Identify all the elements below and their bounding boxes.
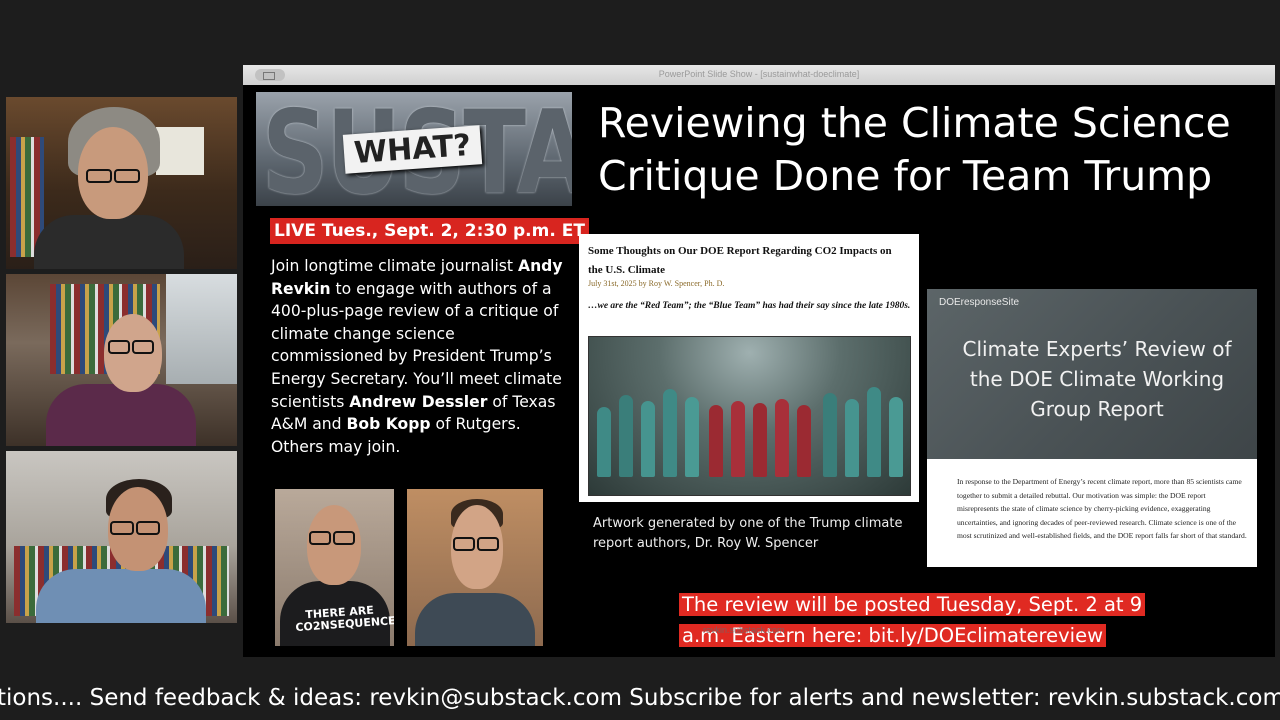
slideshow-window[interactable]: PowerPoint Slide Show - [sustainwhat-doe… xyxy=(243,65,1275,657)
review-site-screenshot: DOEresponseSite Climate Experts’ Review … xyxy=(927,289,1257,567)
sustain-what-logo: SUSTAIN WHAT? xyxy=(256,92,572,206)
window-light xyxy=(156,127,204,175)
doe-article-byline: July 31st, 2025 by Roy W. Spencer, Ph. D… xyxy=(588,279,725,288)
guest-name: Andrew Dessler xyxy=(349,392,488,411)
ghost-url-text: revkin.substack.com xyxy=(703,625,785,635)
review-site-heading: Climate Experts’ Review of the DOE Clima… xyxy=(962,337,1232,421)
review-site-body: In response to the Department of Energy’… xyxy=(957,477,1247,540)
posting-announcement: The review will be posted Tuesday, Sept.… xyxy=(679,589,1169,651)
presentation-slide: SUSTAIN WHAT? Reviewing the Climate Scie… xyxy=(243,85,1275,657)
artwork-caption: Artwork generated by one of the Trump cl… xyxy=(593,516,903,551)
window-light xyxy=(166,274,237,384)
live-date-banner: LIVE Tues., Sept. 2, 2:30 p.m. ET xyxy=(270,218,589,244)
doe-article-title: Some Thoughts on Our DOE Report Regardin… xyxy=(588,245,892,276)
window-titlebar[interactable]: PowerPoint Slide Show - [sustainwhat-doe… xyxy=(243,65,1275,85)
guest-photo-2 xyxy=(407,489,543,646)
guest-photo-1: THERE ARE CO2NSEQUENCES xyxy=(275,489,394,646)
video-tile-1[interactable] xyxy=(6,97,237,269)
intro-text: to engage with authors of a 400-plus-pag… xyxy=(271,279,562,411)
news-ticker: tions.... Send feedback & ideas: revkin@… xyxy=(0,680,1280,716)
review-site-header: DOEresponseSite Climate Experts’ Review … xyxy=(927,289,1257,459)
video-tile-3[interactable] xyxy=(6,451,237,623)
ai-artwork-image xyxy=(588,336,911,496)
intro-text: Join longtime climate journalist xyxy=(271,257,518,275)
doe-article-quote: …we are the “Red Team”; the “Blue Team” … xyxy=(588,301,911,311)
event-description: Join longtime climate journalist Andy Re… xyxy=(271,255,567,458)
ticker-text: tions.... Send feedback & ideas: revkin@… xyxy=(0,685,1280,711)
window-title: PowerPoint Slide Show - [sustainwhat-doe… xyxy=(658,69,860,79)
doe-report-screenshot: Some Thoughts on Our DOE Report Regardin… xyxy=(579,234,919,502)
slide-title-line-1: Reviewing the Climate Science xyxy=(598,99,1231,147)
guest-name: Bob Kopp xyxy=(346,415,431,434)
posting-announcement-text: The review will be posted Tuesday, Sept.… xyxy=(679,593,1146,647)
video-tile-2[interactable] xyxy=(6,274,237,446)
slide-title-line-2: Critique Done for Team Trump xyxy=(598,152,1213,200)
review-site-name: DOEresponseSite xyxy=(939,297,1020,308)
slide-title: Reviewing the Climate Science Critique D… xyxy=(598,97,1238,203)
